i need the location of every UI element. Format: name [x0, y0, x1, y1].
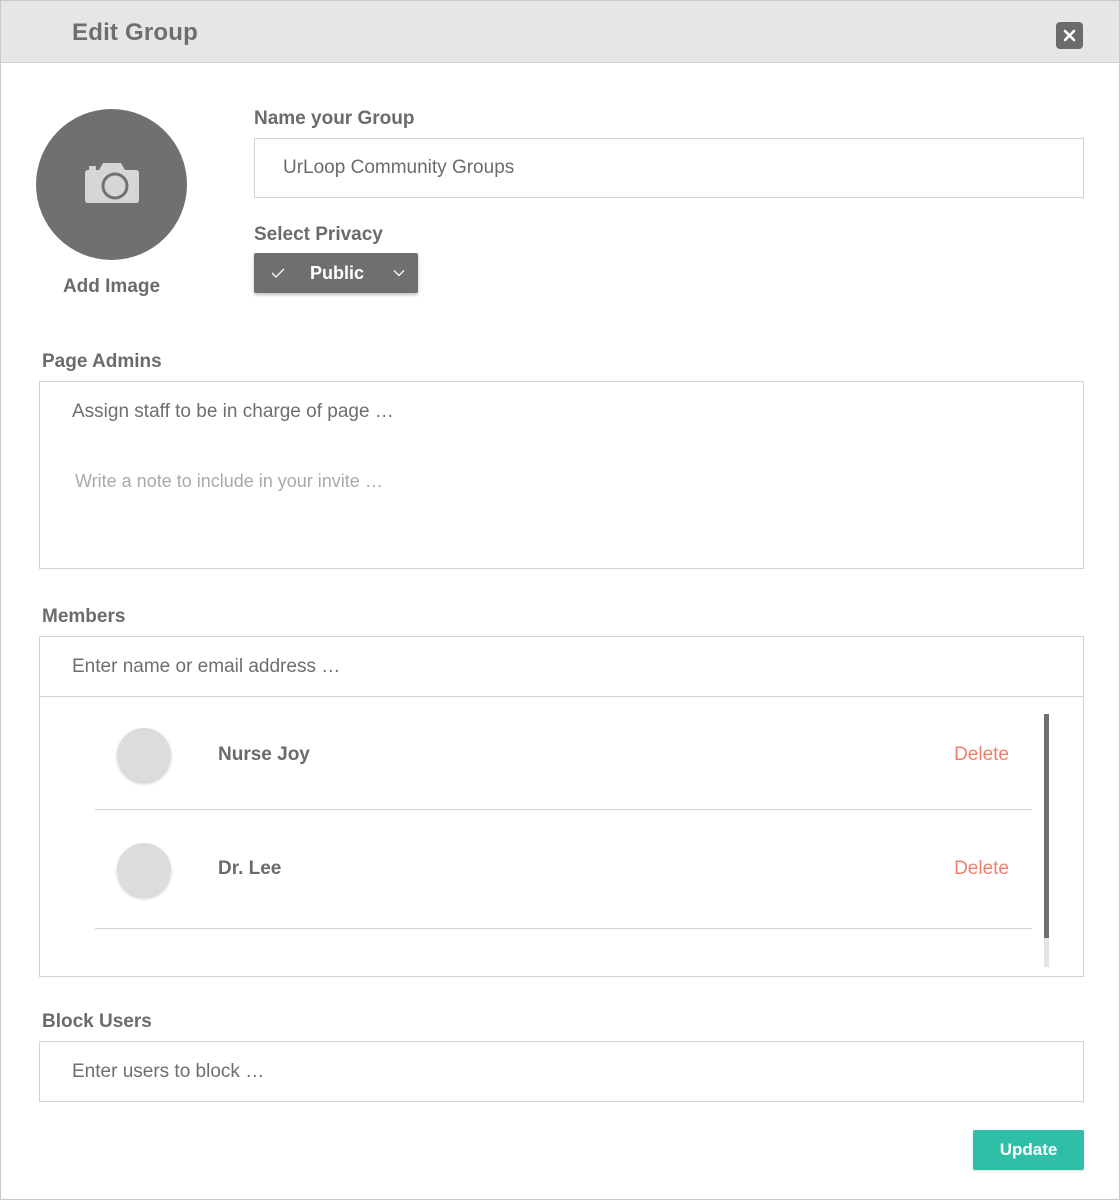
members-scrollbar[interactable]: [1044, 714, 1049, 967]
scrollbar-thumb[interactable]: [1044, 714, 1049, 938]
block-users-label: Block Users: [42, 1011, 152, 1032]
delete-member-button[interactable]: Delete: [954, 858, 1009, 880]
edit-group-modal: Edit Group Add Image Name your Group Sel…: [0, 0, 1120, 1200]
check-icon: [271, 268, 285, 278]
avatar: [117, 843, 171, 897]
modal-title: Edit Group: [72, 19, 198, 46]
delete-member-button[interactable]: Delete: [954, 744, 1009, 766]
close-icon: [1063, 29, 1076, 42]
invite-note-textarea[interactable]: [39, 441, 1084, 569]
privacy-label: Select Privacy: [254, 224, 383, 245]
members-label: Members: [42, 606, 126, 627]
chevron-down-icon: [393, 270, 405, 277]
privacy-dropdown[interactable]: Public: [254, 253, 418, 293]
page-admins-label: Page Admins: [42, 351, 162, 372]
camera-icon: [85, 163, 139, 203]
privacy-selected-value: Public: [310, 263, 365, 283]
close-button[interactable]: [1056, 22, 1083, 49]
list-item: Nurse Joy Delete: [95, 696, 1032, 810]
members-search-input[interactable]: [39, 636, 1084, 697]
list-item: Dr. Lee Delete: [95, 815, 1032, 929]
group-name-label: Name your Group: [254, 108, 415, 129]
update-button[interactable]: Update: [973, 1130, 1084, 1170]
block-users-input[interactable]: [39, 1041, 1084, 1102]
modal-header: Edit Group: [1, 1, 1119, 63]
assign-admins-input[interactable]: [39, 381, 1084, 442]
member-name: Dr. Lee: [218, 858, 282, 879]
member-name: Nurse Joy: [218, 744, 310, 765]
avatar: [117, 728, 171, 782]
members-list: Nurse Joy Delete Dr. Lee Delete: [39, 696, 1084, 977]
group-name-input[interactable]: [254, 138, 1084, 198]
add-image-label[interactable]: Add Image: [36, 276, 187, 298]
add-image-button[interactable]: [36, 109, 187, 260]
